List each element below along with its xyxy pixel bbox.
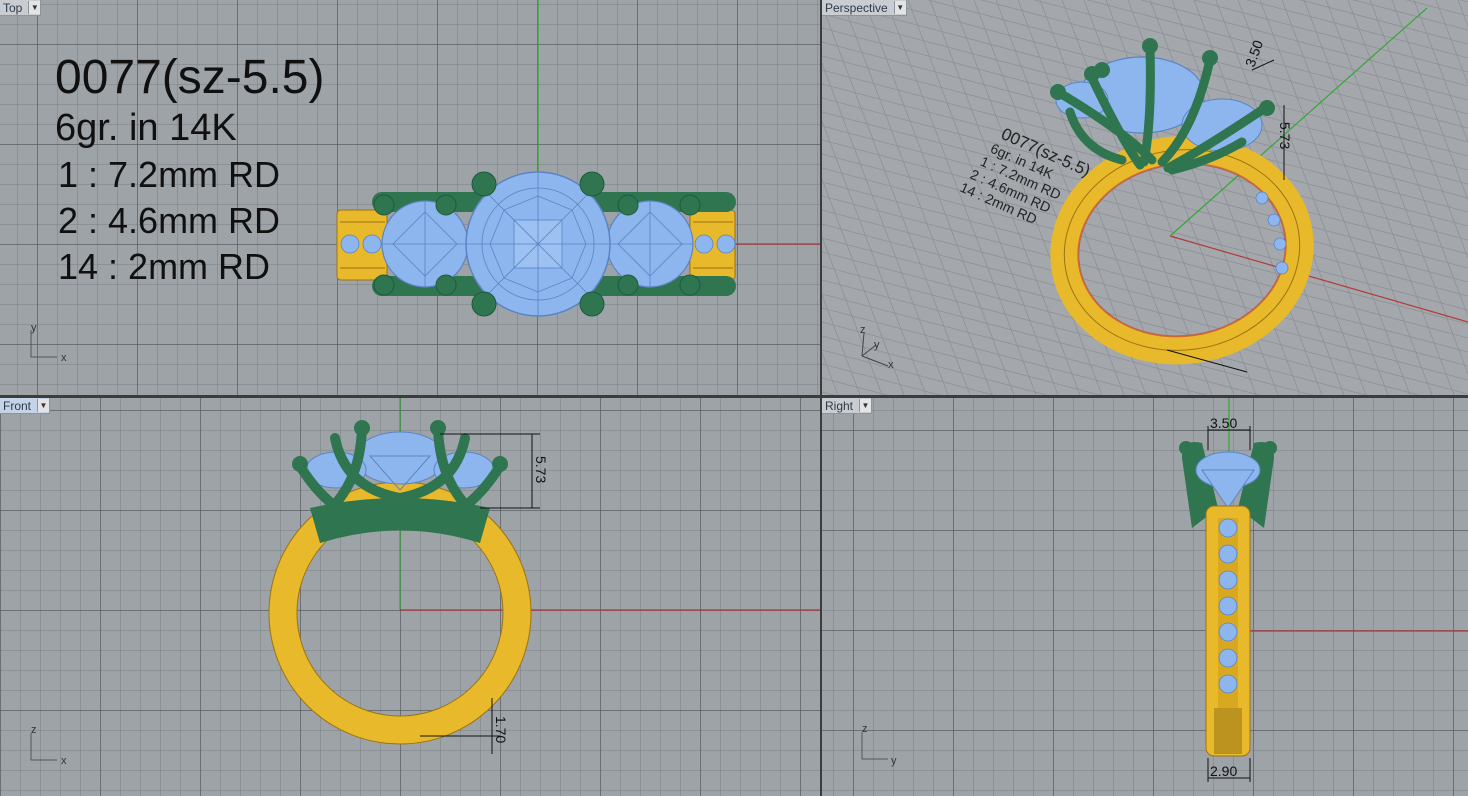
- axis-label-y: y: [31, 322, 37, 334]
- pave-stone: [1218, 544, 1238, 564]
- viewport-tab-label: Right: [825, 398, 854, 413]
- viewport-tab-right[interactable]: Right ▼: [822, 398, 873, 414]
- pave-stone: [1218, 518, 1238, 538]
- axis-label-x: x: [888, 359, 894, 371]
- pave-stone: [1218, 570, 1238, 590]
- chevron-down-icon[interactable]: ▼: [893, 1, 906, 14]
- right-view-drawing: 3.50 2.90 z y: [861, 398, 1468, 782]
- annotation-stone-1: 1 : 7.2mm RD: [58, 154, 281, 195]
- viewport-top[interactable]: Top ▼ y x 0077(sz-5.5) 6gr. in 14K 1: 7…: [0, 0, 820, 395]
- annotation-stone-2: 2 : 4.6mm RD: [58, 200, 281, 241]
- right-dim-head-width: 3.50: [1210, 415, 1237, 431]
- viewport-perspective[interactable]: Perspective ▼ 0077(sz-5.5) 6gr. in 14K 1…: [822, 0, 1468, 395]
- front-center-stone: [354, 431, 446, 485]
- axis-label-x: x: [61, 755, 67, 767]
- front-view-drawing: 5.73 1.70 z x: [30, 398, 820, 767]
- axis-label-z: z: [860, 324, 866, 336]
- perspective-view-drawing: 0077(sz-5.5) 6gr. in 14K 1 : 7.2mm RD 2 …: [822, 0, 1468, 395]
- chevron-down-icon[interactable]: ▼: [37, 399, 50, 412]
- annotation-model: 0077(sz-5.5): [55, 51, 325, 104]
- viewport-tab-label: Perspective: [825, 0, 888, 15]
- front-dim-head-height: 5.73: [533, 456, 549, 483]
- x-axis-line: [1169, 235, 1468, 323]
- chevron-down-icon[interactable]: ▼: [28, 1, 41, 14]
- pave-stone: [1218, 674, 1238, 694]
- front-dim-band-thickness: 1.70: [493, 716, 509, 743]
- viewport-tab-front[interactable]: Front ▼: [0, 398, 51, 414]
- pave-stone: [1218, 596, 1238, 616]
- axis-label-y: y: [874, 339, 880, 351]
- axis-label-z: z: [31, 724, 37, 736]
- axis-label-x: x: [61, 352, 67, 364]
- axis-label-z: z: [862, 723, 868, 735]
- viewport-right[interactable]: Right ▼ 3.50 2.90 z y: [822, 398, 1468, 796]
- viewport-tab-label: Front: [3, 398, 32, 413]
- viewport-front[interactable]: Front ▼ 5.73 1.70 z x: [0, 398, 820, 796]
- axis-label-y: y: [891, 755, 897, 767]
- annotation-stone-3: 14 : 2mm RD: [58, 246, 271, 287]
- chevron-down-icon[interactable]: ▼: [859, 399, 872, 412]
- annotation-weight: 6gr. in 14K: [55, 107, 237, 149]
- persp-dim-head-height: 5.73: [1277, 122, 1293, 149]
- viewport-tab-perspective[interactable]: Perspective ▼: [822, 0, 907, 16]
- pave-stone: [1218, 648, 1238, 668]
- viewport-tab-top[interactable]: Top ▼: [0, 0, 42, 16]
- pave-stone: [1218, 622, 1238, 642]
- viewport-tab-label: Top: [3, 0, 23, 15]
- right-dim-shank-width: 2.90: [1210, 763, 1237, 779]
